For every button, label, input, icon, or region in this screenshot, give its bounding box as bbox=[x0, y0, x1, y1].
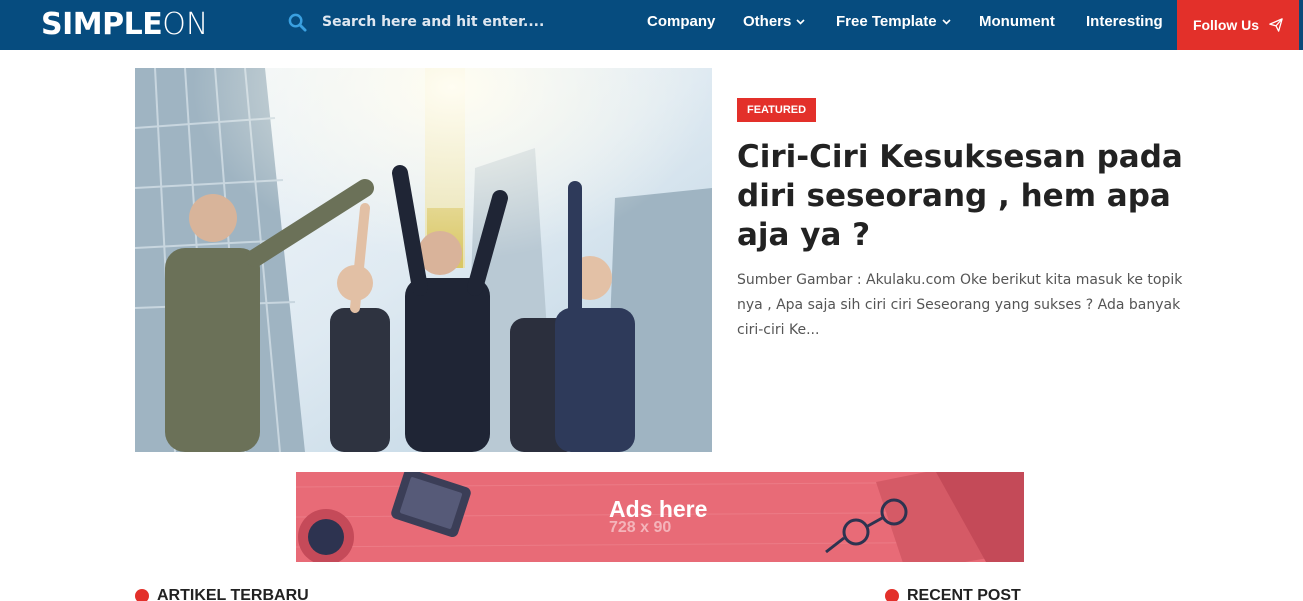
section-heading-recent-post: RECENT POST bbox=[885, 586, 1021, 601]
paper-plane-icon bbox=[1269, 18, 1283, 32]
section-heading-artikel-terbaru: ARTIKEL TERBARU bbox=[135, 586, 309, 601]
nav-item-free-template[interactable]: Free Template bbox=[836, 0, 951, 43]
search-input[interactable] bbox=[322, 10, 552, 34]
nav-item-interesting[interactable]: Interesting bbox=[1086, 0, 1163, 43]
nav-item-monument[interactable]: Monument bbox=[979, 0, 1055, 43]
featured-post-title[interactable]: Ciri-Ciri Kesuksesan pada diri seseorang… bbox=[737, 138, 1207, 255]
search-box bbox=[288, 10, 552, 34]
site-logo[interactable]: SIMPLE ON bbox=[41, 4, 208, 44]
nav-item-company[interactable]: Company bbox=[647, 0, 715, 43]
ad-banner[interactable]: Ads here 728 x 90 bbox=[296, 472, 1024, 562]
chevron-down-icon bbox=[796, 17, 805, 28]
ad-size-label: 728 x 90 bbox=[609, 519, 672, 536]
bullet-dot-icon bbox=[885, 589, 899, 601]
featured-badge[interactable]: FEATURED bbox=[737, 98, 817, 122]
chevron-down-icon bbox=[942, 17, 951, 28]
header-edge bbox=[1299, 0, 1303, 50]
top-navigation-bar: SIMPLEON Company Others Free Template Mo… bbox=[0, 0, 1303, 50]
featured-post-image[interactable] bbox=[135, 68, 712, 452]
follow-us-button[interactable]: Follow Us bbox=[1177, 0, 1299, 50]
featured-post-excerpt: Sumber Gambar : Akulaku.com Oke berikut … bbox=[737, 272, 1183, 338]
nav-item-others[interactable]: Others bbox=[743, 0, 805, 43]
search-icon[interactable] bbox=[288, 13, 307, 32]
bullet-dot-icon bbox=[135, 589, 149, 601]
